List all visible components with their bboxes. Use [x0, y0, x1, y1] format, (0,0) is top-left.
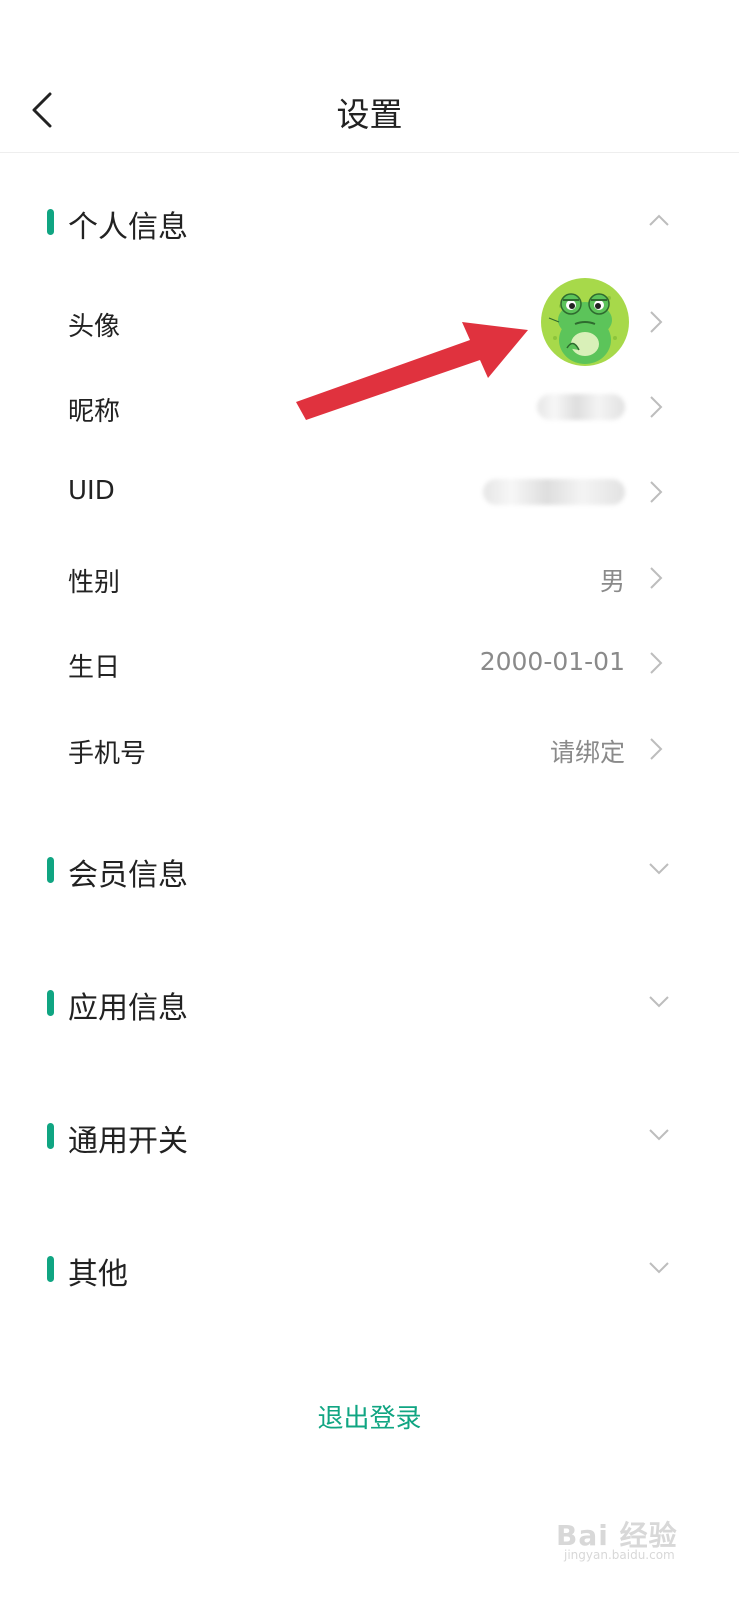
annotation-arrow-icon	[296, 322, 528, 420]
watermark: Bai 经验 jingyan.baidu.com	[556, 1500, 726, 1562]
watermark-subtext: jingyan.baidu.com	[564, 1548, 675, 1562]
